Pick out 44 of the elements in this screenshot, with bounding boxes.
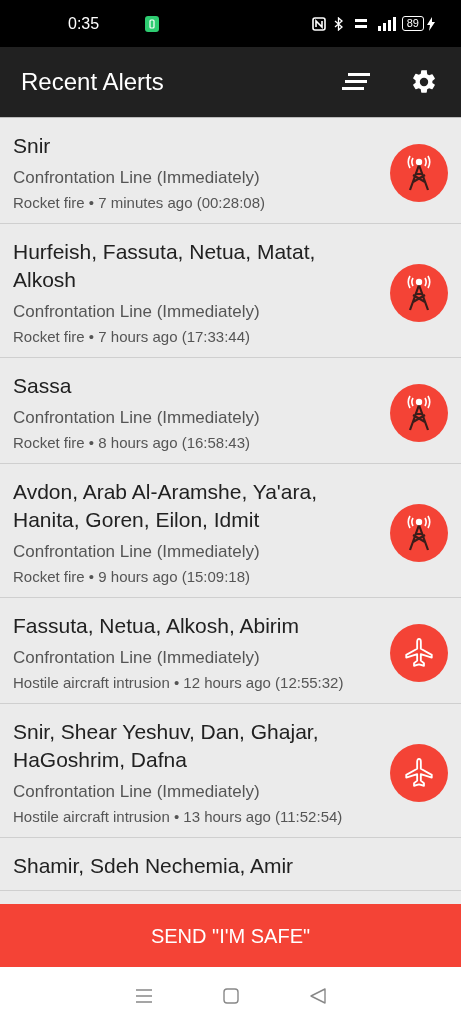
battery-saver-icon	[145, 15, 160, 32]
alert-detail: Hostile aircraft intrusion • 13 hours ago (11:52:54)	[13, 807, 344, 827]
alert-locations: Snir	[13, 133, 52, 159]
status-time: 0:35	[68, 13, 100, 34]
alert-locations: Sassa	[13, 373, 73, 399]
radio-tower-icon	[406, 514, 432, 551]
settings-icon	[410, 68, 438, 96]
menu-icon[interactable]	[135, 988, 152, 1003]
airplane-icon	[402, 635, 436, 670]
alert-locations: Hurfeish, Fassuta, Netua, Matat, Alkosh	[13, 239, 317, 293]
alert-locations: Avdon, Arab Al-Aramshe, Ya'ara, Hanita, Goren, Eilon, Idmit	[13, 479, 319, 533]
alert-zone: Confrontation Line (Immediately)	[13, 541, 261, 563]
radio-tower-icon	[406, 154, 432, 191]
alert-zone: Confrontation Line (Immediately)	[13, 301, 261, 323]
alert-detail: Hostile aircraft intrusion • 12 hours ago (12:55:32)	[13, 673, 345, 693]
alert-row[interactable]: Snir Confrontation Line (Immediately) Rocket fire • 7 minutes ago (00:28:08)	[0, 118, 461, 224]
alert-zone: Confrontation Line (Immediately)	[13, 647, 261, 669]
home-icon[interactable]	[222, 987, 239, 1004]
alert-row[interactable]: Fassuta, Netua, Alkosh, Abirim Confrontation Line (Immediately) Hostile aircraft intrusion • 12 hours ago (12:55:32)	[0, 598, 461, 704]
alert-row[interactable]: Snir, Shear Yeshuv, Dan, Ghajar, HaGoshrim, Dafna Confrontation Line (Immediately) Hostile aircraft intrusion • 13 hours ago (11:52:54)	[0, 704, 461, 838]
app-title: Recent Alerts	[21, 67, 165, 97]
alert-locations: Fassuta, Netua, Alkosh, Abirim	[13, 613, 300, 639]
signal-icon	[375, 16, 396, 31]
radio-tower-icon	[406, 274, 432, 311]
alert-locations: Snir, Shear Yeshuv, Dan, Ghajar, HaGoshrim, Dafna	[13, 719, 320, 773]
alert-detail: Rocket fire • 8 hours ago (16:58:43)	[13, 433, 252, 453]
alert-detail: Rocket fire • 7 hours ago (17:33:44)	[13, 327, 252, 347]
alert-zone: Confrontation Line (Immediately)	[13, 781, 261, 803]
sort-icon	[342, 73, 370, 91]
send-safe-button[interactable]: SEND "I'M SAFE"	[0, 904, 461, 967]
back-icon[interactable]	[309, 987, 326, 1004]
radio-tower-icon	[406, 394, 432, 431]
alert-detail: Rocket fire • 7 minutes ago (00:28:08)	[13, 193, 267, 213]
alert-row[interactable]: Hurfeish, Fassuta, Netua, Matat, Alkosh Confrontation Line (Immediately) Rocket fire • 7 hours ago (17:33:44)	[0, 224, 461, 358]
airplane-icon	[402, 755, 436, 790]
alert-zone: Confrontation Line (Immediately)	[13, 407, 261, 429]
nfc-icon	[311, 16, 326, 31]
alert-locations: Shamir, Sdeh Nechemia, Amir	[13, 853, 295, 879]
alert-zone: Confrontation Line (Immediately)	[13, 167, 261, 189]
alert-detail: Rocket fire • 9 hours ago (15:09:18)	[13, 567, 252, 587]
alert-row[interactable]: Sassa Confrontation Line (Immediately) Rocket fire • 8 hours ago (16:58:43)	[0, 358, 461, 464]
charging-icon	[427, 16, 435, 31]
alert-row[interactable]: Avdon, Arab Al-Aramshe, Ya'ara, Hanita, Goren, Eilon, Idmit Confrontation Line (Immediately) Rocket fire • 9 hours ago (15:09:18)	[0, 464, 461, 598]
battery-indicator: 89	[401, 16, 424, 31]
